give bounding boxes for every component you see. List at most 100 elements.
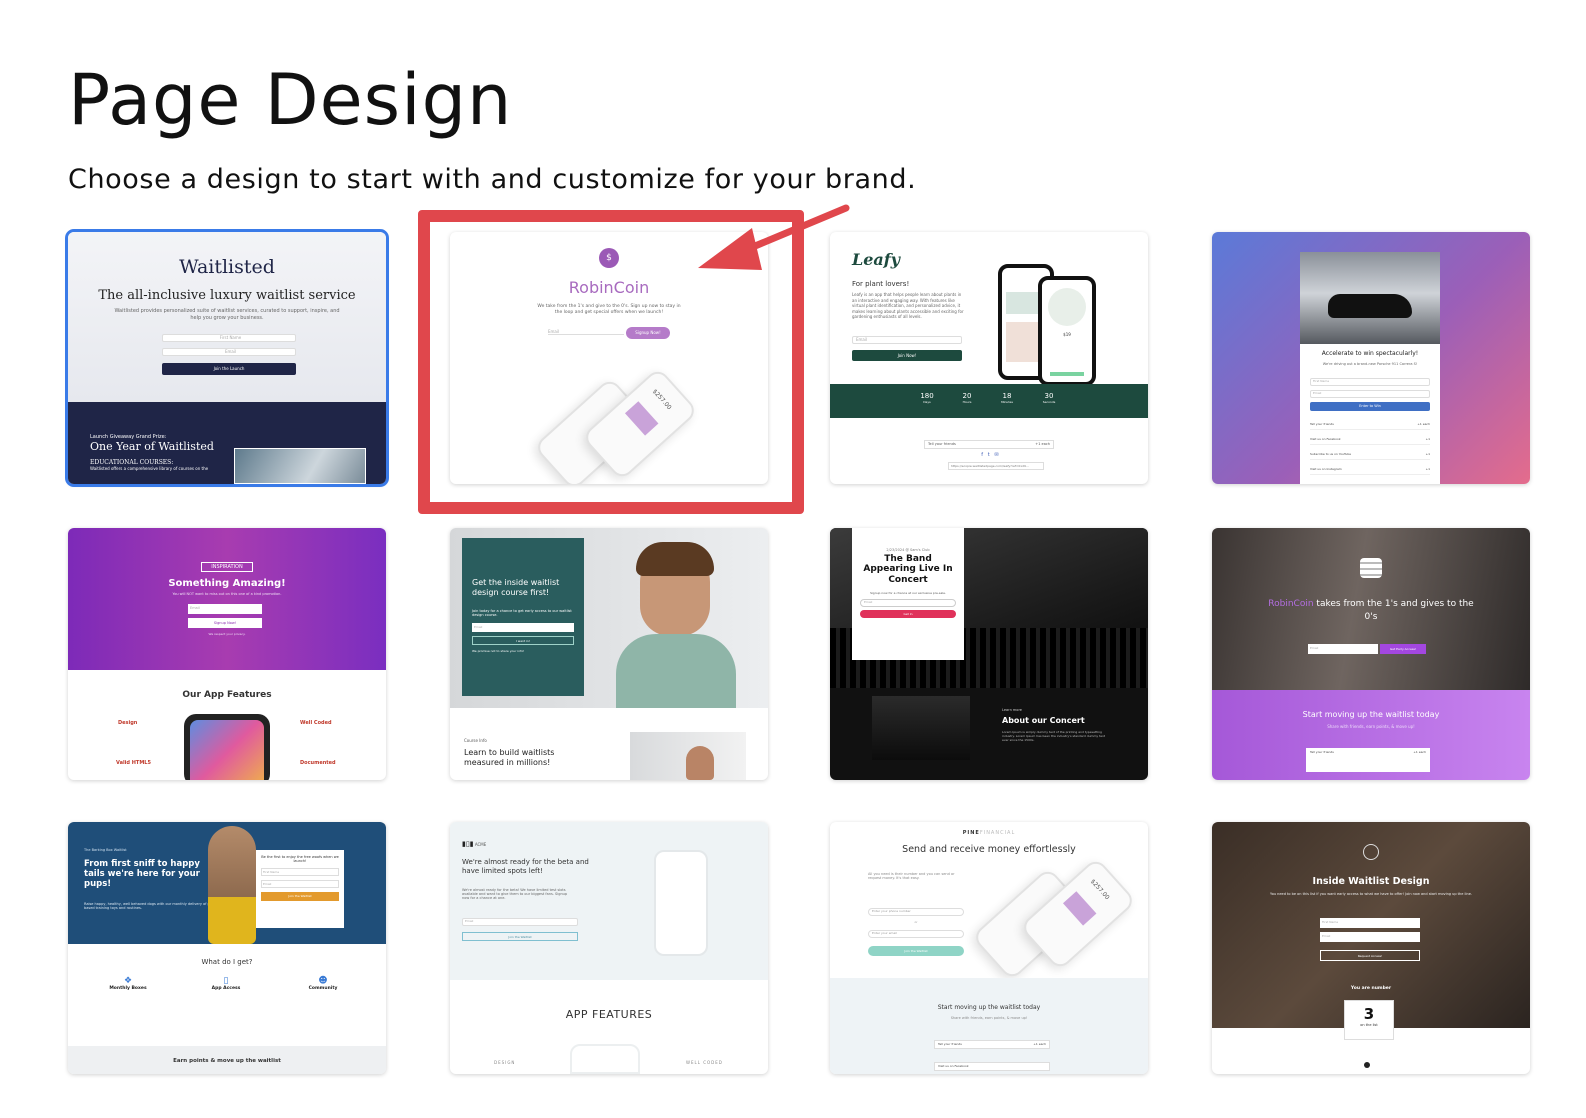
robincoin-body: We take from the 1's and give to the 0's… — [537, 304, 681, 316]
concert-heading: The Band Appearing Live In Concert — [863, 554, 953, 585]
dogs-email-field[interactable]: Email — [261, 880, 339, 888]
pine-share-row[interactable]: Tell your friends +1 each — [934, 1040, 1050, 1049]
inspiration-signup-button[interactable]: Signup Now! — [188, 618, 262, 628]
design-card-concert[interactable]: 2/23/2024 @ Sam's Club The Band Appearin… — [830, 528, 1148, 780]
inspiration-heading: Something Amazing! — [168, 578, 286, 589]
pine-email-field[interactable]: Enter your email — [868, 930, 964, 938]
concert-get-in-button[interactable]: Get In — [860, 610, 956, 619]
design-card-inspiration[interactable]: INSPIRATION Something Amazing! You will … — [68, 528, 386, 780]
inside-first-name-field[interactable]: First Name — [1320, 918, 1420, 928]
robincoin-email-field[interactable]: Email — [548, 329, 624, 335]
course-cta-button[interactable]: I want in! — [472, 636, 574, 646]
page-subtitle: Choose a design to start with and custom… — [68, 164, 917, 195]
robincoin-street-access-button[interactable]: Get Early Access! — [1380, 644, 1426, 654]
app-features-join-button[interactable]: Join the Waitlist — [462, 932, 578, 941]
leafy-countdown-unit: Minutes — [1001, 400, 1013, 404]
app-features-email-field[interactable]: Email — [462, 918, 578, 926]
leafy-countdown: 180 Days 20 Hours 18 Minutes 30 Seconds — [830, 384, 1148, 418]
concert-stage-photo — [872, 696, 970, 760]
inspiration-phone — [184, 714, 270, 780]
robincoin-street-heading: RobinCoin takes from the 1's and gives t… — [1212, 598, 1530, 623]
leafy-share-points: +1 each — [1035, 442, 1050, 446]
design-card-inside-waitlist[interactable]: Inside Waitlist Design You need to be on… — [1212, 822, 1530, 1074]
robincoin-street-heading-text: takes from the 1's and gives to the 0's — [1316, 599, 1474, 622]
leafy-logo: Leafy — [852, 250, 900, 269]
robincoin-brand: RobinCoin — [568, 278, 650, 297]
concert-learn-more[interactable]: Learn more — [1002, 708, 1022, 712]
inside-heading: Inside Waitlist Design — [1312, 876, 1430, 887]
inside-scroll-dot — [1364, 1062, 1370, 1068]
app-features-phone-small — [570, 1044, 640, 1074]
dogs-tag: The Barking Box Waitlist — [84, 848, 127, 852]
design-card-leafy[interactable]: Leafy For plant lovers! Leafy is an app … — [830, 232, 1148, 484]
waitlisted-first-name-field[interactable]: First Name — [162, 334, 296, 342]
dogs-body: Raise happy, healthy, well behaved dogs … — [84, 902, 215, 910]
pine-share-row[interactable]: Visit us on Facebook — [934, 1062, 1050, 1071]
car-action-row[interactable]: Tell your friends +1 each — [1310, 420, 1430, 430]
inspiration-feature: Valid HTML5 — [116, 760, 151, 766]
pine-phone-field[interactable]: Enter your phone number — [868, 908, 964, 916]
waitlisted-email-field[interactable]: Email — [162, 348, 296, 356]
inspiration-email-field[interactable]: Email — [188, 604, 262, 614]
car-body: We're driving out a brand-new Porsche 91… — [1322, 362, 1418, 366]
car-action-row[interactable]: Visit us on Instagram +1 — [1310, 465, 1430, 475]
leafy-social-icons[interactable]: f t ✉ — [950, 452, 1030, 458]
pine-brand: PINEFINANCIAL — [830, 830, 1148, 836]
design-card-app-features[interactable]: ▮▯▮ ACME We're almost ready for the beta… — [450, 822, 768, 1074]
dogs-section-title: What do I get? — [201, 958, 253, 966]
waitlisted-logo: Waitlisted — [179, 256, 275, 278]
car-action-points: +1 each — [1417, 422, 1430, 426]
page-title: Page Design — [68, 59, 513, 141]
pine-phone-card — [1062, 891, 1097, 926]
design-card-course[interactable]: Get the inside waitlist design course fi… — [450, 528, 768, 780]
dogs-heading: From first sniff to happy tails we're he… — [84, 859, 200, 889]
pine-or: or — [914, 920, 918, 924]
course-email-field[interactable]: Email — [472, 623, 574, 633]
waitlisted-join-button[interactable]: Join the Launch — [162, 363, 296, 375]
design-card-waitlisted[interactable]: Waitlisted The all-inclusive luxury wait… — [65, 229, 389, 487]
leafy-email-field[interactable]: Email — [852, 336, 962, 344]
robincoin-street-email-field[interactable]: Email — [1308, 644, 1378, 654]
inside-position: 3 — [1363, 1005, 1375, 1023]
concert-about: About our Concert — [1002, 716, 1085, 725]
dogs-photo — [208, 826, 256, 944]
car-action-label: Visit us on Facebook — [1310, 437, 1341, 441]
app-features-brand-text: ACME — [474, 842, 487, 847]
course-body: Join today for a chance to get early acc… — [472, 609, 572, 618]
robincoin-street-brand: RobinCoin — [1268, 599, 1314, 609]
car-first-name-field[interactable]: First Name — [1310, 378, 1430, 386]
concert-email-field[interactable]: Email — [860, 599, 956, 608]
design-card-robincoin[interactable]: $ RobinCoin We take from the 1's and giv… — [450, 232, 768, 484]
robincoin-phone-value: $257.00 — [650, 388, 673, 412]
car-action-row[interactable]: Subscribe to us on YouTube +1 — [1310, 450, 1430, 460]
car-email-field[interactable]: Email — [1310, 390, 1430, 398]
inspiration-phone-screen — [190, 720, 264, 780]
design-card-car[interactable]: Accelerate to win spectacularly! We're d… — [1212, 232, 1530, 484]
car-action-row[interactable]: Visit us on Facebook +1 — [1310, 435, 1430, 445]
car-action-points: +1 — [1425, 437, 1430, 441]
design-card-pine-financial[interactable]: PINEFINANCIAL Send and receive money eff… — [830, 822, 1148, 1074]
app-features-phone — [654, 850, 708, 956]
dogs-join-button[interactable]: Join the Waitlist — [261, 892, 339, 901]
design-card-dogs[interactable]: The Barking Box Waitlist From first snif… — [68, 822, 386, 1074]
robincoin-signup-button[interactable]: Signup Now! — [626, 327, 670, 339]
car-action-label: Tell your friends — [1310, 422, 1334, 426]
inside-email-field[interactable]: Email — [1320, 932, 1420, 942]
leafy-join-button[interactable]: Join Now! — [852, 350, 962, 361]
dogs-first-name-field[interactable]: First Name — [261, 868, 339, 876]
leafy-countdown-value: 18 — [1002, 392, 1012, 400]
leafy-countdown-unit: Seconds — [1042, 400, 1056, 404]
robincoin-street-share-box[interactable]: Tell your friends +1 each — [1306, 748, 1430, 772]
design-card-robincoin-street[interactable]: RobinCoin takes from the 1's and gives t… — [1212, 528, 1530, 780]
pine-join-button[interactable]: Join the Waitlist — [868, 946, 964, 956]
leafy-referral-link[interactable]: https://ecopie.waitlistedpage.com/leafy?… — [948, 462, 1044, 470]
car-enter-button[interactable]: Enter to Win — [1310, 402, 1430, 411]
leafy-share-row[interactable]: Tell your friends +1 each — [924, 440, 1054, 449]
inside-logo-icon — [1363, 844, 1379, 860]
leafy-body: Leafy is an app that helps people learn … — [852, 292, 964, 320]
dogs-feature-title: App Access — [211, 986, 241, 991]
dogs-feature-title: Monthly Boxes — [109, 986, 147, 991]
inside-request-button[interactable]: Request Access! — [1320, 950, 1420, 961]
app-features-right-label: WELL CODED — [686, 1060, 723, 1065]
leafy-countdown-value: 30 — [1044, 392, 1054, 400]
